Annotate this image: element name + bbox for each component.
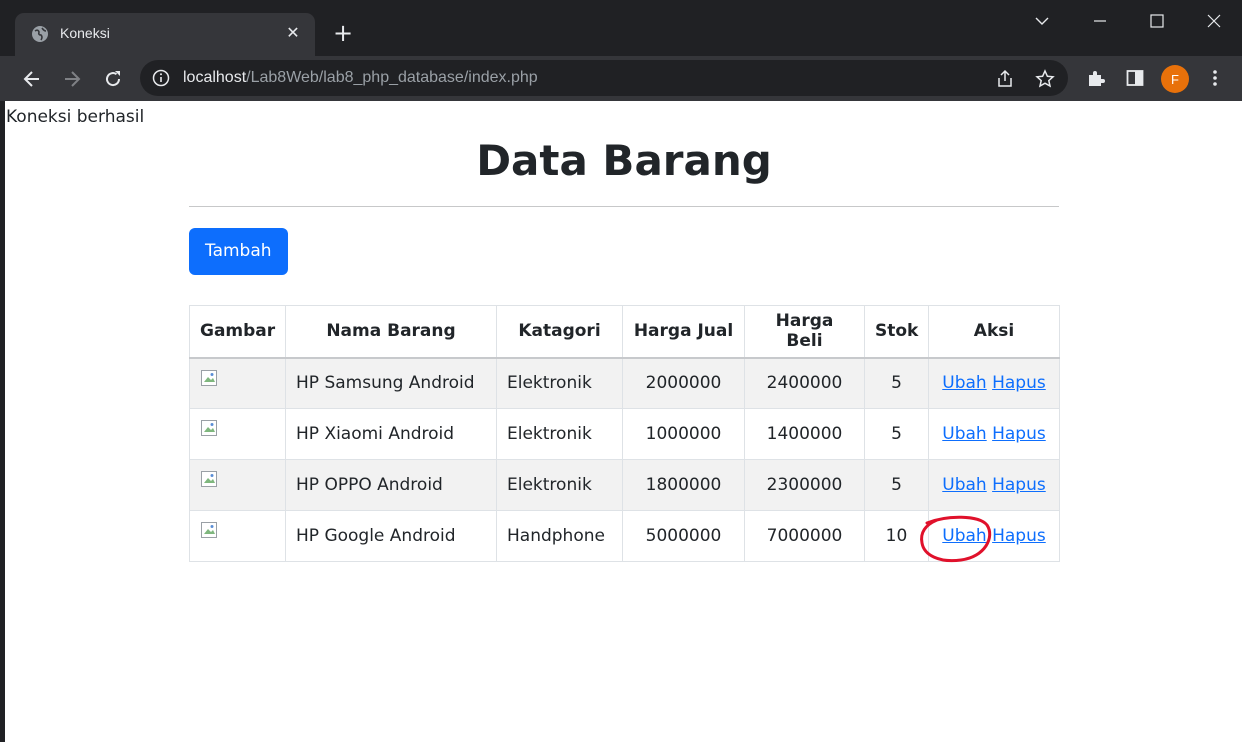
horizontal-rule: [189, 206, 1059, 207]
cell-harga-beli: 7000000: [744, 510, 865, 562]
data-table: Gambar Nama Barang Katagori Harga Jual H…: [189, 305, 1060, 562]
delete-link[interactable]: Hapus: [992, 424, 1046, 444]
cell-harga-jual: 1000000: [622, 408, 745, 460]
header-stok: Stok: [864, 305, 929, 359]
forward-arrow-icon[interactable]: [57, 64, 87, 94]
delete-link[interactable]: Hapus: [992, 373, 1046, 393]
connection-status-text: Koneksi berhasil: [6, 107, 145, 127]
cell-harga-beli: 1400000: [744, 408, 865, 460]
extensions-puzzle-icon[interactable]: [1083, 65, 1109, 91]
broken-image-icon: [200, 521, 220, 541]
browser-tab-active[interactable]: Koneksi ✕: [15, 13, 315, 56]
page-title: Data Barang: [476, 136, 772, 185]
table-header-row: Gambar Nama Barang Katagori Harga Jual H…: [189, 305, 1060, 359]
edit-link[interactable]: Ubah: [942, 526, 986, 546]
table-row: HP Google Android Handphone 5000000 7000…: [189, 510, 1060, 562]
share-icon[interactable]: [994, 68, 1016, 90]
image-cell: [189, 357, 286, 409]
address-bar[interactable]: localhost/Lab8Web/lab8_php_database/inde…: [140, 60, 1068, 96]
header-nama-barang: Nama Barang: [285, 305, 497, 359]
edit-link[interactable]: Ubah: [942, 373, 986, 393]
cell-aksi: Ubah Hapus: [928, 408, 1060, 460]
minimize-icon[interactable]: [1080, 6, 1120, 36]
page-viewport: Koneksi berhasil Data Barang Tambah Gamb…: [5, 101, 1242, 742]
cell-aksi: Ubah Hapus: [928, 510, 1060, 562]
window-close-icon[interactable]: [1194, 6, 1234, 36]
broken-image-icon: [200, 369, 220, 389]
cell-kategori: Elektronik: [496, 408, 623, 460]
tab-search-chevron-icon[interactable]: [1022, 6, 1062, 36]
image-cell: [189, 510, 286, 562]
edit-link[interactable]: Ubah: [942, 424, 986, 444]
cell-stok: 5: [864, 408, 929, 460]
url-path: /Lab8Web/lab8_php_database/index.php: [246, 69, 538, 86]
maximize-icon[interactable]: [1137, 6, 1177, 36]
header-aksi: Aksi: [928, 305, 1060, 359]
header-harga-beli: Harga Beli: [744, 305, 865, 359]
bookmark-star-icon[interactable]: [1034, 68, 1056, 90]
cell-harga-jual: 2000000: [622, 357, 745, 409]
url-host: localhost: [183, 69, 247, 86]
cell-harga-beli: 2400000: [744, 357, 865, 409]
cell-harga-jual: 5000000: [622, 510, 745, 562]
cell-nama: HP OPPO Android: [285, 459, 497, 511]
edit-link[interactable]: Ubah: [942, 475, 986, 495]
broken-image-icon: [200, 470, 220, 490]
cell-kategori: Handphone: [496, 510, 623, 562]
tab-title: Koneksi: [60, 25, 110, 41]
cell-stok: 10: [864, 510, 929, 562]
add-button[interactable]: Tambah: [189, 228, 288, 275]
table-row: HP Samsung Android Elektronik 2000000 24…: [189, 357, 1060, 409]
delete-link[interactable]: Hapus: [992, 475, 1046, 495]
tab-strip: Koneksi ✕ +: [0, 0, 1242, 56]
tab-close-icon[interactable]: ✕: [283, 23, 303, 43]
globe-icon: [32, 26, 48, 42]
new-tab-plus-icon[interactable]: +: [330, 20, 356, 46]
table-row: HP OPPO Android Elektronik 1800000 23000…: [189, 459, 1060, 511]
url-text[interactable]: localhost/Lab8Web/lab8_php_database/inde…: [183, 69, 538, 87]
image-cell: [189, 408, 286, 460]
back-arrow-icon[interactable]: [17, 64, 47, 94]
cell-harga-jual: 1800000: [622, 459, 745, 511]
browser-toolbar: localhost/Lab8Web/lab8_php_database/inde…: [0, 56, 1242, 101]
side-panel-icon[interactable]: [1122, 65, 1148, 91]
cell-nama: HP Google Android: [285, 510, 497, 562]
profile-avatar[interactable]: F: [1161, 65, 1189, 93]
cell-kategori: Elektronik: [496, 357, 623, 409]
cell-aksi: Ubah Hapus: [928, 357, 1060, 409]
table-row: HP Xiaomi Android Elektronik 1000000 140…: [189, 408, 1060, 460]
main-container: Data Barang Tambah Gambar Nama Barang Ka…: [189, 101, 1060, 562]
reload-icon[interactable]: [98, 64, 128, 94]
menu-kebab-icon[interactable]: [1202, 65, 1228, 91]
cell-harga-beli: 2300000: [744, 459, 865, 511]
cell-nama: HP Samsung Android: [285, 357, 497, 409]
header-gambar: Gambar: [189, 305, 286, 359]
cell-aksi: Ubah Hapus: [928, 459, 1060, 511]
cell-stok: 5: [864, 357, 929, 409]
cell-stok: 5: [864, 459, 929, 511]
cell-kategori: Elektronik: [496, 459, 623, 511]
delete-link[interactable]: Hapus: [992, 526, 1046, 546]
cell-nama: HP Xiaomi Android: [285, 408, 497, 460]
site-info-icon[interactable]: [152, 69, 170, 87]
image-cell: [189, 459, 286, 511]
broken-image-icon: [200, 419, 220, 439]
header-katagori: Katagori: [496, 305, 623, 359]
header-harga-jual: Harga Jual: [622, 305, 745, 359]
